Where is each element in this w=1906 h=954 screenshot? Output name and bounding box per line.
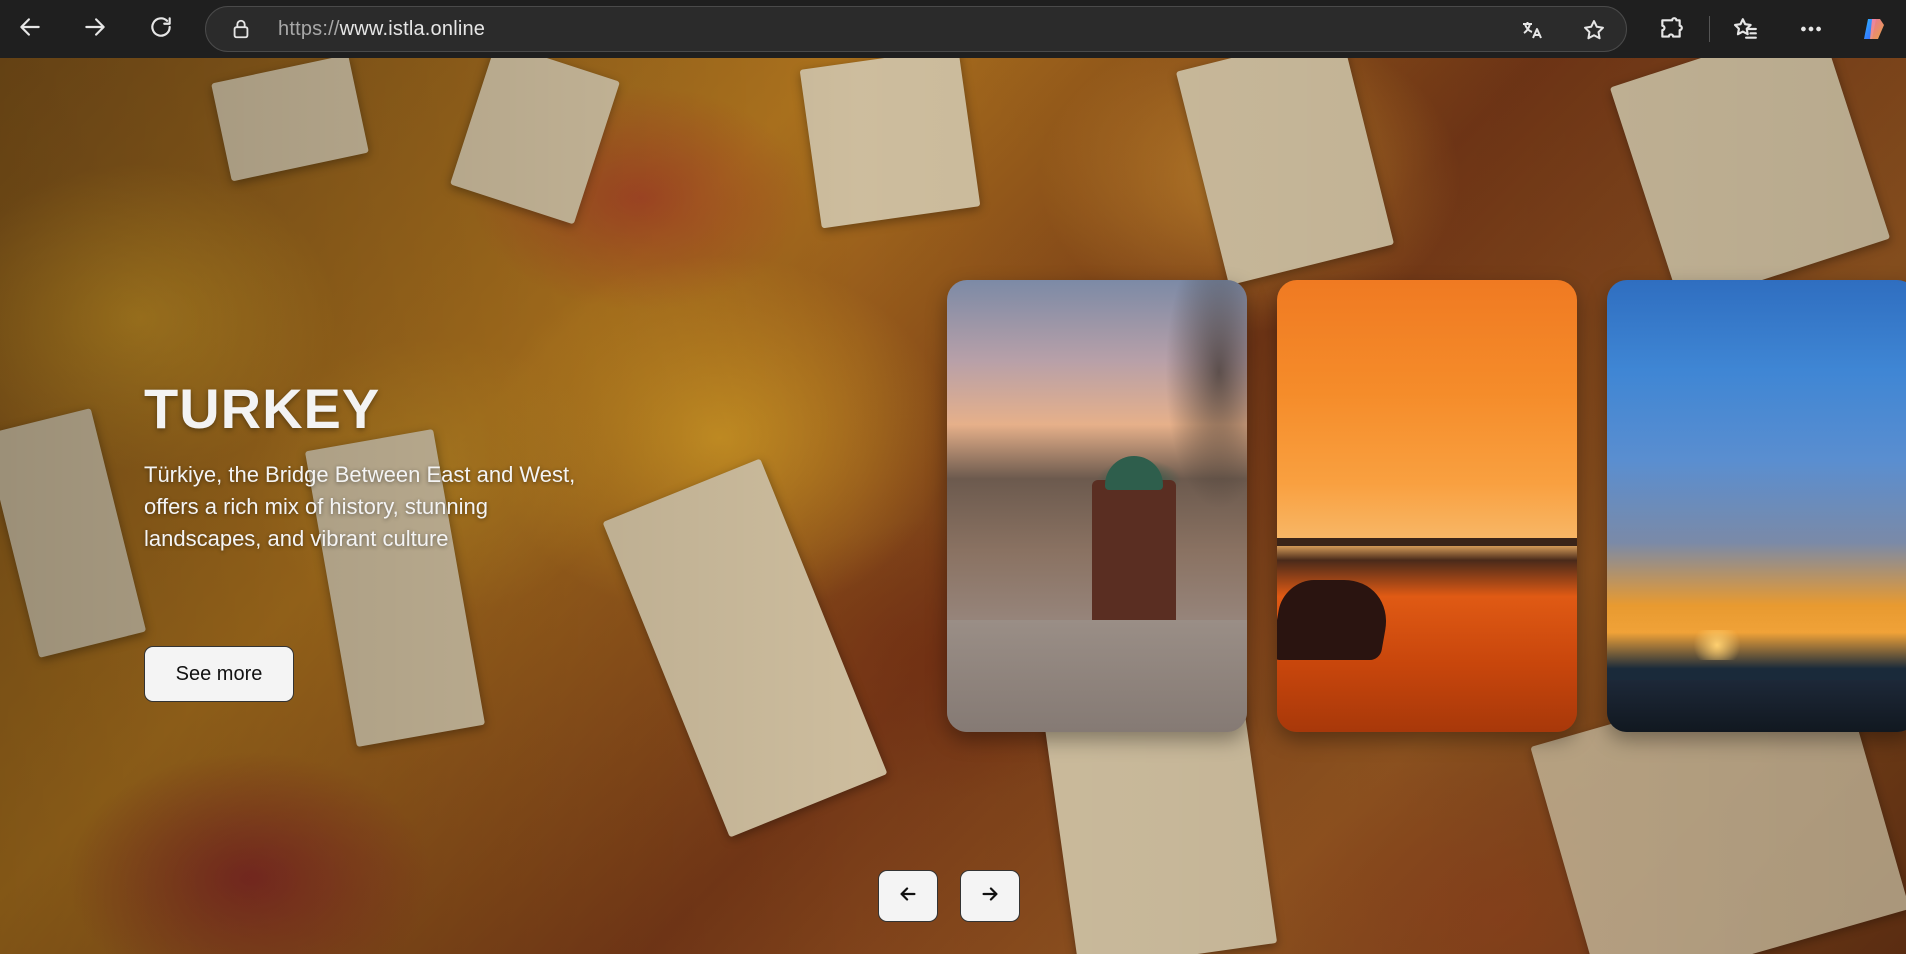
- prev-slide-button[interactable]: [878, 870, 938, 922]
- carousel-card[interactable]: [947, 280, 1247, 732]
- back-arrow-icon: [17, 14, 43, 44]
- lock-icon[interactable]: [230, 18, 252, 40]
- country-title: TURKEY: [144, 377, 381, 440]
- boats-silhouette: [1607, 680, 1906, 732]
- refresh-button[interactable]: [139, 8, 183, 50]
- page-viewport: TURKEY Türkiye, the Bridge Between East …: [0, 58, 1906, 954]
- more-dots-icon[interactable]: [1795, 13, 1827, 45]
- country-description: Türkiye, the Bridge Between East and Wes…: [144, 462, 576, 551]
- back-button[interactable]: [8, 8, 52, 50]
- forward-button[interactable]: [73, 8, 117, 50]
- tree-silhouette: [1165, 280, 1247, 510]
- arrow-left-icon: [897, 883, 919, 909]
- next-slide-button[interactable]: [960, 870, 1020, 922]
- arrow-right-icon: [979, 883, 1001, 909]
- forward-arrow-icon: [82, 14, 108, 44]
- hero-content: TURKEY Türkiye, the Bridge Between East …: [144, 376, 624, 702]
- address-bar[interactable]: https://www.istla.online: [205, 6, 1627, 52]
- plaza-pavement: [947, 620, 1247, 732]
- refresh-icon: [148, 14, 174, 44]
- browser-toolbar: https://www.istla.online: [0, 0, 1906, 58]
- puzzle-icon[interactable]: [1655, 13, 1687, 45]
- copilot-icon[interactable]: [1858, 13, 1890, 45]
- url-host: www.istla.online: [339, 18, 486, 40]
- carousel-card[interactable]: [1607, 280, 1906, 732]
- horse-silhouette: [1277, 580, 1395, 660]
- translate-icon[interactable]: [1518, 16, 1546, 44]
- sebilj-fountain-building: [1092, 480, 1176, 630]
- carousel-card[interactable]: [1277, 280, 1577, 732]
- star-icon[interactable]: [1580, 16, 1608, 44]
- horizon-line: [1277, 538, 1577, 546]
- sebilj-dome: [1105, 456, 1163, 490]
- see-more-button[interactable]: See more: [144, 646, 294, 702]
- favorites-icon[interactable]: [1729, 13, 1761, 45]
- url-text[interactable]: https://www.istla.online: [278, 18, 485, 41]
- sun-glow: [1687, 630, 1747, 660]
- toolbar-divider: [1709, 16, 1710, 42]
- url-scheme: https://: [278, 18, 340, 40]
